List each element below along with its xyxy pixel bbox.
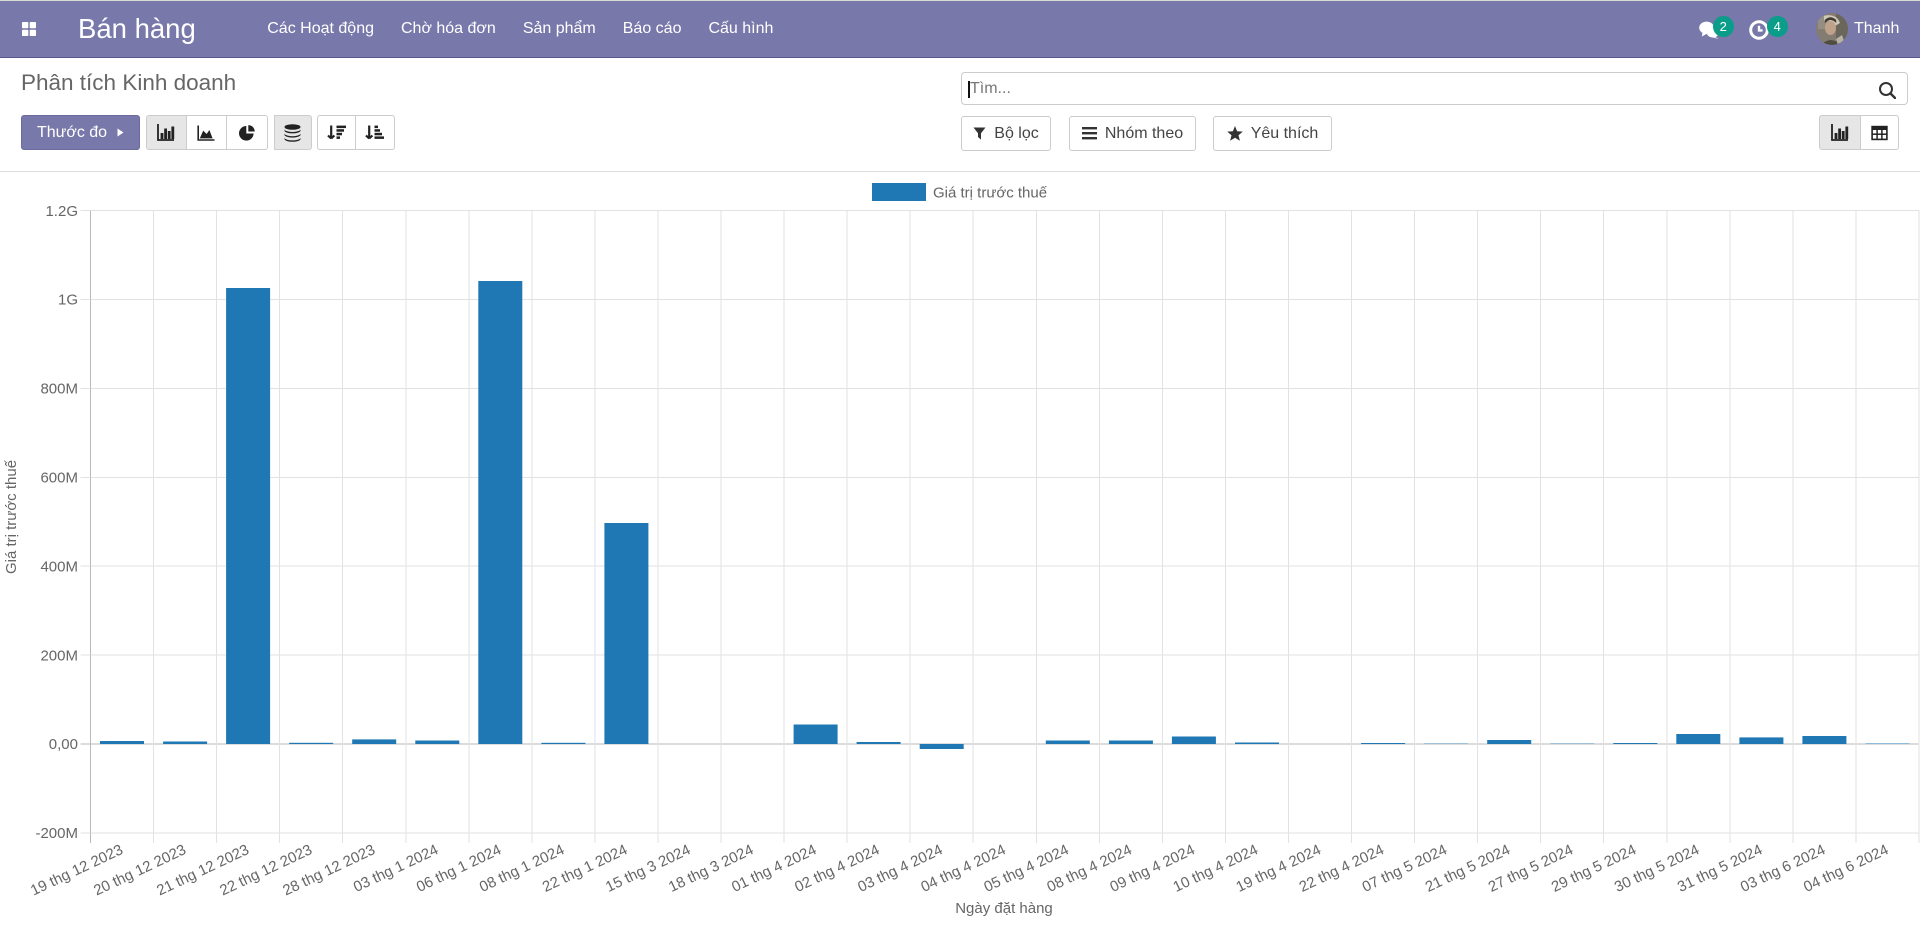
svg-text:1.2G: 1.2G — [45, 203, 78, 220]
svg-text:Ngày đặt hàng: Ngày đặt hàng — [955, 900, 1053, 917]
svg-text:400M: 400M — [40, 558, 78, 575]
svg-text:Giá trị trước thuế: Giá trị trước thuế — [3, 459, 20, 574]
svg-text:0,00: 0,00 — [49, 736, 78, 753]
svg-text:600M: 600M — [40, 470, 78, 487]
svg-text:200M: 200M — [40, 647, 78, 664]
svg-text:-200M: -200M — [35, 825, 78, 842]
svg-text:800M: 800M — [40, 381, 78, 398]
svg-text:1G: 1G — [58, 292, 78, 309]
svg-text:Giá trị trước thuế: Giá trị trước thuế — [933, 185, 1048, 202]
